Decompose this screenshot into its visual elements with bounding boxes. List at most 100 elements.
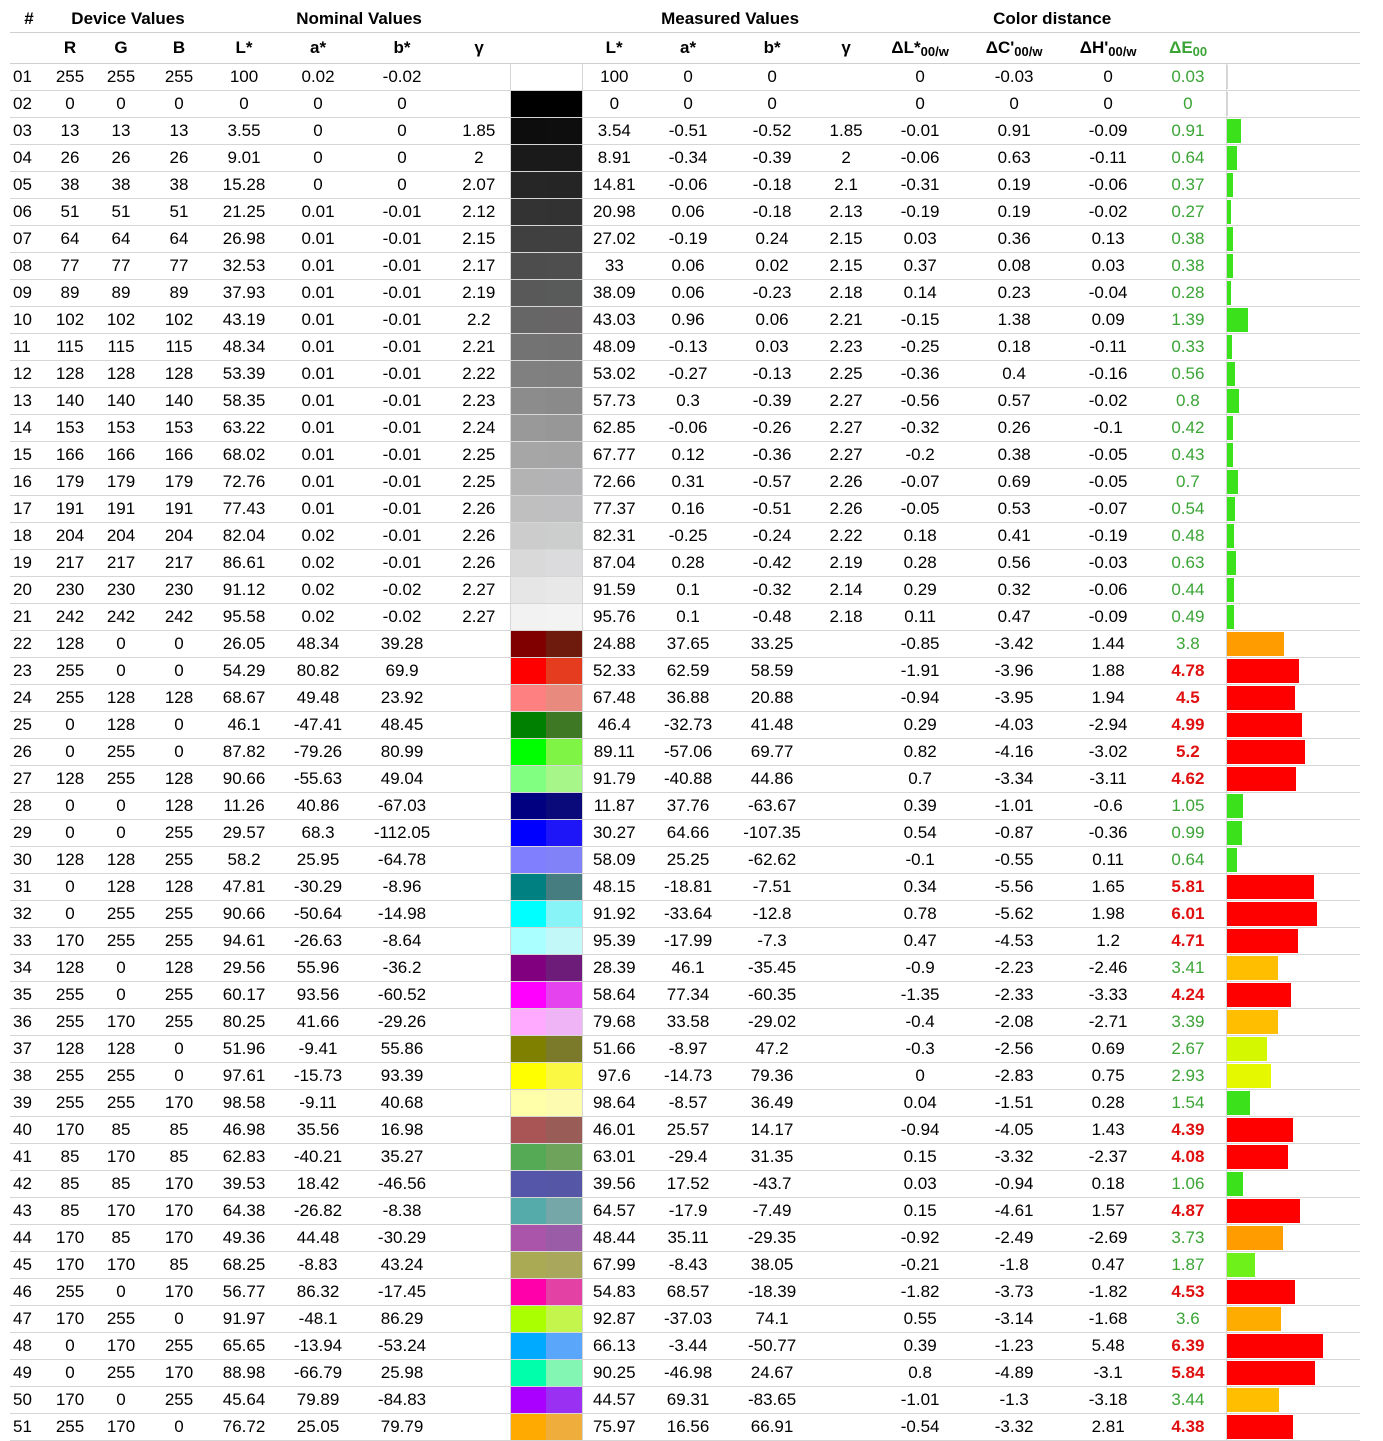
measured-a: 0.28 [646, 549, 731, 577]
nominal-b: 0 [356, 90, 449, 118]
delta-l: 0.11 [878, 603, 963, 631]
delta-l: -0.9 [878, 954, 963, 982]
measured-gamma [814, 1386, 879, 1414]
measured-b: -35.45 [730, 954, 815, 982]
delta-e-bar [1227, 335, 1232, 359]
nominal-swatch [511, 1171, 547, 1197]
measured-swatch [546, 550, 582, 576]
color-swatch [509, 576, 583, 604]
nominal-gamma [448, 684, 511, 712]
device-g: 204 [92, 522, 150, 550]
delta-e-bar [1227, 767, 1296, 791]
table-row: 05 38 38 38 15.28 0 0 2.07 14.81 -0.06 -0.18 2.1 -0.… [10, 171, 1361, 199]
measured-a: 0 [646, 90, 731, 118]
row-index: 26 [10, 738, 48, 766]
device-r: 26 [48, 144, 92, 172]
delta-l: -0.54 [878, 1413, 963, 1441]
row-index: 33 [10, 927, 48, 955]
measured-a: -0.06 [646, 171, 731, 199]
table-row: 27 128 255 128 90.66 -55.63 49.04 91.79 -40.88 44… [10, 765, 1361, 793]
nominal-a: 0.02 [280, 603, 357, 631]
nominal-b: 35.27 [356, 1143, 449, 1171]
device-r: 0 [48, 792, 92, 820]
measured-l: 98.64 [582, 1089, 647, 1117]
delta-e-bar [1227, 524, 1234, 548]
delta-e-bar-cell [1225, 306, 1361, 334]
measured-swatch [546, 1252, 582, 1278]
nominal-gamma [448, 1386, 511, 1414]
measured-l: 0 [582, 90, 647, 118]
delta-e-bar [1227, 632, 1284, 656]
color-swatch [509, 1332, 583, 1360]
nominal-swatch [511, 685, 547, 711]
delta-h: -0.1 [1066, 414, 1151, 442]
nominal-a: 0 [280, 117, 357, 145]
delta-e-bar [1227, 956, 1278, 980]
device-g: 77 [92, 252, 150, 280]
nominal-swatch [511, 1279, 547, 1305]
delta-e: 6.01 [1150, 900, 1227, 928]
table-row: 24 255 128 128 68.67 49.48 23.92 67.48 36.88 20.8… [10, 684, 1361, 712]
delta-c: 0.32 [962, 576, 1067, 604]
table-row: 49 0 255 170 88.98 -66.79 25.98 90.25 -46.98 24.6… [10, 1359, 1361, 1387]
measured-b: 14.17 [730, 1116, 815, 1144]
nominal-gamma [448, 1278, 511, 1306]
table-row: 26 0 255 0 87.82 -79.26 80.99 89.11 -57.06 69.77 0… [10, 738, 1361, 766]
device-b: 170 [150, 1089, 209, 1117]
delta-h: 0 [1066, 90, 1151, 118]
measured-gamma: 2.15 [814, 225, 879, 253]
table-row: 51 255 170 0 76.72 25.05 79.79 75.97 16.56 66.91 -… [10, 1413, 1361, 1441]
delta-e-bar-cell [1225, 414, 1361, 442]
nominal-swatch [511, 1090, 547, 1116]
device-b: 255 [150, 1386, 209, 1414]
table-row: 33 170 255 255 94.61 -26.63 -8.64 95.39 -17.99 -7… [10, 927, 1361, 955]
device-b: 0 [150, 1305, 209, 1333]
delta-e-bar-cell [1225, 252, 1361, 280]
measured-gamma [814, 711, 879, 739]
delta-h: -2.46 [1066, 954, 1151, 982]
measured-l: 48.09 [582, 333, 647, 361]
measured-gamma [814, 900, 879, 928]
delta-h: -3.11 [1066, 765, 1151, 793]
delta-c: -0.55 [962, 846, 1067, 874]
measured-gamma [814, 792, 879, 820]
delta-h: -3.18 [1066, 1386, 1151, 1414]
nominal-gamma [448, 792, 511, 820]
nominal-l: 60.17 [208, 981, 281, 1009]
delta-e-bar [1227, 1226, 1283, 1250]
col-delta-e: ΔE00 [1150, 32, 1227, 64]
measured-a: 36.88 [646, 684, 731, 712]
device-r: 115 [48, 333, 92, 361]
delta-c: 0.23 [962, 279, 1067, 307]
row-index: 44 [10, 1224, 48, 1252]
delta-e: 4.78 [1150, 657, 1227, 685]
delta-e: 4.62 [1150, 765, 1227, 793]
device-b: 140 [150, 387, 209, 415]
nominal-swatch [511, 1144, 547, 1170]
measured-b: 33.25 [730, 630, 815, 658]
delta-e-bar-cell [1225, 981, 1361, 1009]
device-r: 0 [48, 1332, 92, 1360]
delta-e: 0.37 [1150, 171, 1227, 199]
nominal-l: 51.96 [208, 1035, 281, 1063]
delta-e-bar-cell [1225, 630, 1361, 658]
nominal-l: 65.65 [208, 1332, 281, 1360]
measured-a: -57.06 [646, 738, 731, 766]
nominal-l: 45.64 [208, 1386, 281, 1414]
device-r: 179 [48, 468, 92, 496]
delta-l: -0.21 [878, 1251, 963, 1279]
nominal-a: 44.48 [280, 1224, 357, 1252]
measured-swatch [546, 712, 582, 738]
nominal-b: -0.01 [356, 360, 449, 388]
color-swatch [509, 414, 583, 442]
col-delta-h: ΔH'00/w [1066, 32, 1151, 64]
measured-b: -62.62 [730, 846, 815, 874]
delta-e-bar [1227, 1388, 1279, 1412]
measured-a: -8.97 [646, 1035, 731, 1063]
delta-c: 0.38 [962, 441, 1067, 469]
measured-a: -32.73 [646, 711, 731, 739]
nominal-a: 0.01 [280, 225, 357, 253]
delta-e-bar [1227, 1415, 1293, 1439]
measured-a: 0.12 [646, 441, 731, 469]
measured-gamma: 2.21 [814, 306, 879, 334]
